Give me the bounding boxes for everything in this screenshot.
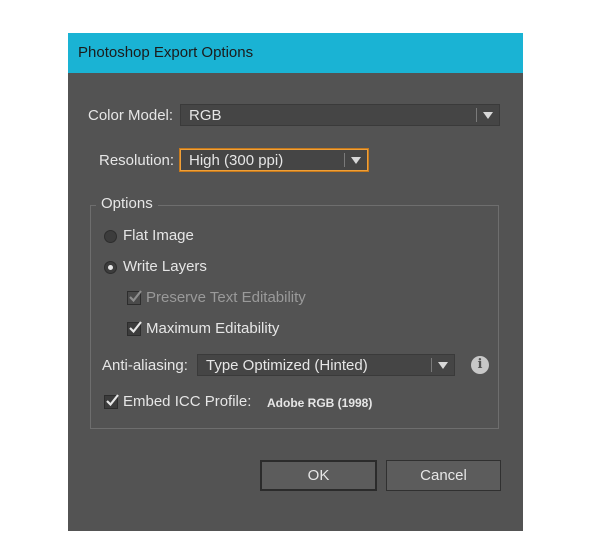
icc-profile-name: Adobe RGB (1998): [267, 396, 373, 410]
checkmark-icon: [129, 321, 142, 334]
options-legend: Options: [96, 195, 158, 212]
cancel-button[interactable]: Cancel: [386, 460, 501, 491]
color-model-select[interactable]: RGB: [180, 104, 500, 126]
preserve-text-label: Preserve Text Editability: [146, 289, 306, 306]
anti-aliasing-value: Type Optimized (Hinted): [206, 357, 368, 374]
flat-image-radio[interactable]: [104, 230, 117, 243]
dialog-title: Photoshop Export Options: [78, 44, 254, 61]
preserve-text-checkbox[interactable]: [127, 290, 142, 305]
resolution-value: High (300 ppi): [189, 152, 284, 169]
max-editability-checkbox[interactable]: [127, 321, 142, 336]
anti-aliasing-label: Anti-aliasing:: [102, 357, 188, 374]
title-bar[interactable]: Photoshop Export Options: [68, 33, 523, 73]
resolution-select[interactable]: High (300 ppi): [180, 149, 368, 171]
flat-image-label[interactable]: Flat Image: [123, 227, 194, 244]
anti-aliasing-select[interactable]: Type Optimized (Hinted): [197, 354, 455, 376]
chevron-down-icon: [351, 157, 361, 164]
chevron-down-icon: [438, 362, 448, 369]
export-options-dialog: Photoshop Export Options Color Model: RG…: [68, 33, 523, 531]
select-divider: [476, 108, 477, 122]
checkmark-icon: [129, 290, 142, 303]
embed-icc-checkbox[interactable]: [104, 394, 119, 409]
checkmark-icon: [106, 394, 119, 407]
select-divider: [344, 153, 345, 167]
select-divider: [431, 358, 432, 372]
embed-icc-label[interactable]: Embed ICC Profile:: [123, 393, 251, 410]
resolution-label: Resolution:: [99, 152, 175, 169]
max-editability-label[interactable]: Maximum Editability: [146, 320, 279, 337]
color-model-label: Color Model:: [88, 107, 174, 124]
color-model-value: RGB: [189, 107, 222, 124]
chevron-down-icon: [483, 112, 493, 119]
write-layers-label[interactable]: Write Layers: [123, 258, 207, 275]
write-layers-radio[interactable]: [104, 261, 117, 274]
info-icon[interactable]: i: [471, 356, 489, 374]
ok-button[interactable]: OK: [260, 460, 377, 491]
